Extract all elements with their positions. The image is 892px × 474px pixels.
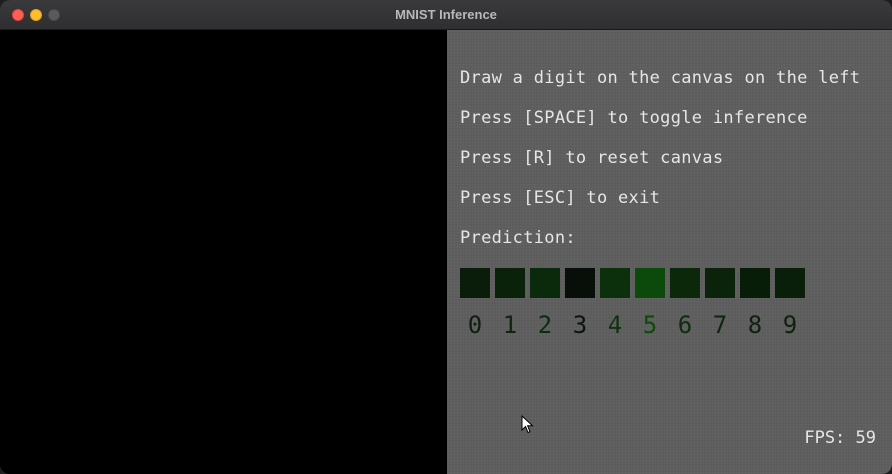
- prediction-box-0: [460, 268, 490, 298]
- prediction-digit-0: 0: [467, 311, 483, 339]
- instruction-exit: Press [ESC] to exit: [460, 188, 661, 208]
- instruction-space: Press [SPACE] to toggle inference: [460, 108, 808, 128]
- prediction-digit-3: 3: [572, 311, 588, 339]
- prediction-box-8: [740, 268, 770, 298]
- prediction-box-2: [530, 268, 560, 298]
- prediction-digit-6: 6: [677, 311, 693, 339]
- prediction-box-3: [565, 268, 595, 298]
- prediction-box-5: [635, 268, 665, 298]
- fps-counter: FPS: 59: [804, 428, 876, 448]
- instruction-draw: Draw a digit on the canvas on the left: [460, 68, 861, 88]
- window-title: MNIST Inference: [395, 7, 497, 22]
- info-panel: Draw a digit on the canvas on the left P…: [447, 30, 892, 474]
- prediction-digit-8: 8: [747, 311, 763, 339]
- prediction-box-7: [705, 268, 735, 298]
- prediction-label: Prediction:: [460, 228, 576, 248]
- prediction-box-4: [600, 268, 630, 298]
- prediction-digit-9: 9: [782, 311, 798, 339]
- prediction-digit-5: 5: [642, 311, 658, 339]
- prediction-box-1: [495, 268, 525, 298]
- app-window: MNIST Inference Draw a digit on the canv…: [0, 0, 892, 474]
- title-bar[interactable]: MNIST Inference: [0, 0, 892, 30]
- prediction-digit-7: 7: [712, 311, 728, 339]
- arrow-cursor-icon: [521, 415, 534, 434]
- prediction-box-9: [775, 268, 805, 298]
- drawing-canvas[interactable]: [0, 30, 447, 474]
- prediction-box-6: [670, 268, 700, 298]
- prediction-digit-2: 2: [537, 311, 553, 339]
- prediction-digit-1: 1: [502, 311, 518, 339]
- instruction-reset: Press [R] to reset canvas: [460, 148, 724, 168]
- prediction-digit-4: 4: [607, 311, 623, 339]
